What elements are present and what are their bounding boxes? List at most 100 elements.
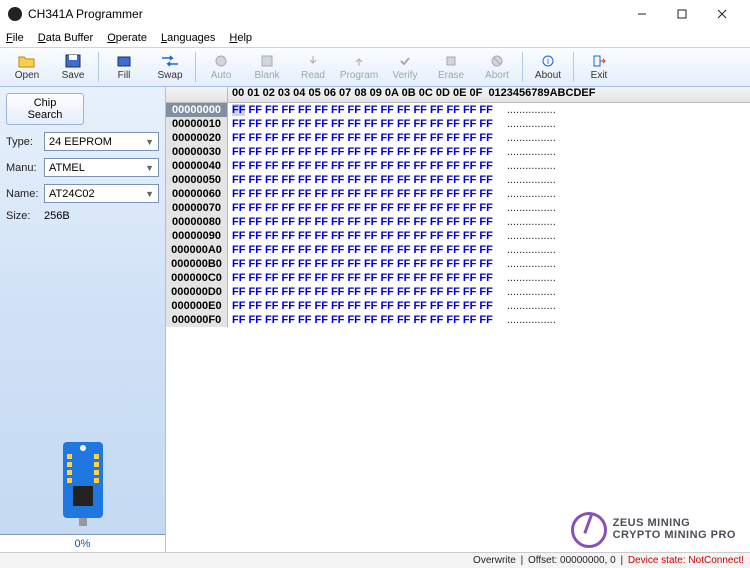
- chip-search-button[interactable]: Chip Search: [6, 93, 84, 125]
- hex-bytes[interactable]: FF FF FF FF FF FF FF FF FF FF FF FF FF F…: [228, 243, 493, 257]
- hex-address: 000000D0: [166, 285, 228, 299]
- hex-address: 00000080: [166, 215, 228, 229]
- hex-bytes[interactable]: FF FF FF FF FF FF FF FF FF FF FF FF FF F…: [228, 145, 493, 159]
- hex-bytes[interactable]: FF FF FF FF FF FF FF FF FF FF FF FF FF F…: [228, 159, 493, 173]
- hex-row[interactable]: 00000000FF FF FF FF FF FF FF FF FF FF FF…: [166, 103, 750, 117]
- hex-header: 00 01 02 03 04 05 06 07 08 09 0A 0B 0C 0…: [166, 87, 750, 103]
- hex-ascii: ................: [493, 257, 556, 271]
- read-button[interactable]: Read: [290, 49, 336, 85]
- menu-file[interactable]: File: [6, 32, 24, 44]
- hex-address: 000000F0: [166, 313, 228, 327]
- hex-ascii: ................: [493, 243, 556, 257]
- hex-address: 000000C0: [166, 271, 228, 285]
- hex-row[interactable]: 00000060FF FF FF FF FF FF FF FF FF FF FF…: [166, 187, 750, 201]
- size-label: Size:: [6, 210, 44, 222]
- hex-row[interactable]: 00000050FF FF FF FF FF FF FF FF FF FF FF…: [166, 173, 750, 187]
- fill-bucket-icon: [115, 53, 133, 69]
- hex-bytes[interactable]: FF FF FF FF FF FF FF FF FF FF FF FF FF F…: [228, 103, 493, 117]
- size-value: 256B: [44, 210, 70, 222]
- hex-row[interactable]: 00000040FF FF FF FF FF FF FF FF FF FF FF…: [166, 159, 750, 173]
- hex-address: 00000030: [166, 145, 228, 159]
- verify-button[interactable]: Verify: [382, 49, 428, 85]
- minimize-button[interactable]: [622, 3, 662, 25]
- hex-ascii: ................: [493, 215, 556, 229]
- hex-bytes[interactable]: FF FF FF FF FF FF FF FF FF FF FF FF FF F…: [228, 257, 493, 271]
- hex-row[interactable]: 00000020FF FF FF FF FF FF FF FF FF FF FF…: [166, 131, 750, 145]
- hex-row[interactable]: 00000090FF FF FF FF FF FF FF FF FF FF FF…: [166, 229, 750, 243]
- status-offset: Offset: 00000000, 0: [528, 555, 616, 566]
- type-label: Type:: [6, 136, 44, 148]
- save-button[interactable]: Save: [50, 49, 96, 85]
- hex-ascii: ................: [493, 271, 556, 285]
- hex-bytes[interactable]: FF FF FF FF FF FF FF FF FF FF FF FF FF F…: [228, 131, 493, 145]
- info-icon: i: [539, 53, 557, 69]
- fill-button[interactable]: Fill: [101, 49, 147, 85]
- hex-row[interactable]: 000000A0FF FF FF FF FF FF FF FF FF FF FF…: [166, 243, 750, 257]
- hex-row[interactable]: 000000C0FF FF FF FF FF FF FF FF FF FF FF…: [166, 271, 750, 285]
- hex-address: 000000A0: [166, 243, 228, 257]
- menu-data-buffer[interactable]: Data Buffer: [38, 32, 93, 44]
- hex-row[interactable]: 000000E0FF FF FF FF FF FF FF FF FF FF FF…: [166, 299, 750, 313]
- close-button[interactable]: [702, 3, 742, 25]
- menu-operate[interactable]: Operate: [107, 32, 147, 44]
- blank-button[interactable]: Blank: [244, 49, 290, 85]
- hex-row[interactable]: 00000010FF FF FF FF FF FF FF FF FF FF FF…: [166, 117, 750, 131]
- exit-door-icon: [590, 53, 608, 69]
- blank-check-icon: [258, 53, 276, 69]
- manu-select[interactable]: ATMEL▼: [44, 158, 159, 177]
- manu-label: Manu:: [6, 162, 44, 174]
- about-button[interactable]: iAbout: [525, 49, 571, 85]
- exit-button[interactable]: Exit: [576, 49, 622, 85]
- chevron-down-icon: ▼: [145, 137, 154, 147]
- hex-row[interactable]: 000000F0FF FF FF FF FF FF FF FF FF FF FF…: [166, 313, 750, 327]
- maximize-button[interactable]: [662, 3, 702, 25]
- hex-address: 00000000: [166, 103, 228, 117]
- hex-bytes[interactable]: FF FF FF FF FF FF FF FF FF FF FF FF FF F…: [228, 299, 493, 313]
- chip-socket-image: [53, 440, 113, 528]
- hex-body[interactable]: 00000000FF FF FF FF FF FF FF FF FF FF FF…: [166, 103, 750, 552]
- erase-button[interactable]: Erase: [428, 49, 474, 85]
- swap-button[interactable]: Swap: [147, 49, 193, 85]
- menu-help[interactable]: Help: [229, 32, 252, 44]
- hex-row[interactable]: 000000D0FF FF FF FF FF FF FF FF FF FF FF…: [166, 285, 750, 299]
- hex-row[interactable]: 00000030FF FF FF FF FF FF FF FF FF FF FF…: [166, 145, 750, 159]
- hex-row[interactable]: 00000080FF FF FF FF FF FF FF FF FF FF FF…: [166, 215, 750, 229]
- hex-address: 00000010: [166, 117, 228, 131]
- toolbar: Open Save Fill Swap Auto Blank Read Prog…: [0, 47, 750, 87]
- hex-address: 00000060: [166, 187, 228, 201]
- hex-address: 00000050: [166, 173, 228, 187]
- hex-editor[interactable]: 00 01 02 03 04 05 06 07 08 09 0A 0B 0C 0…: [166, 87, 750, 552]
- name-select[interactable]: AT24C02▼: [44, 184, 159, 203]
- hex-bytes[interactable]: FF FF FF FF FF FF FF FF FF FF FF FF FF F…: [228, 173, 493, 187]
- auto-button[interactable]: Auto: [198, 49, 244, 85]
- program-icon: [350, 53, 368, 69]
- hex-bytes[interactable]: FF FF FF FF FF FF FF FF FF FF FF FF FF F…: [228, 215, 493, 229]
- hex-bytes[interactable]: FF FF FF FF FF FF FF FF FF FF FF FF FF F…: [228, 117, 493, 131]
- hex-ascii: ................: [493, 117, 556, 131]
- hex-ascii: ................: [493, 229, 556, 243]
- program-button[interactable]: Program: [336, 49, 382, 85]
- open-button[interactable]: Open: [4, 49, 50, 85]
- hex-bytes[interactable]: FF FF FF FF FF FF FF FF FF FF FF FF FF F…: [228, 313, 493, 327]
- abort-button[interactable]: Abort: [474, 49, 520, 85]
- title-bar: CH341A Programmer: [0, 0, 750, 28]
- hex-bytes[interactable]: FF FF FF FF FF FF FF FF FF FF FF FF FF F…: [228, 201, 493, 215]
- read-icon: [304, 53, 322, 69]
- hex-ascii: ................: [493, 159, 556, 173]
- status-overwrite: Overwrite: [473, 555, 516, 566]
- hex-ascii: ................: [493, 145, 556, 159]
- menu-languages[interactable]: Languages: [161, 32, 215, 44]
- hex-address: 00000020: [166, 131, 228, 145]
- hex-bytes[interactable]: FF FF FF FF FF FF FF FF FF FF FF FF FF F…: [228, 229, 493, 243]
- erase-icon: [442, 53, 460, 69]
- hex-bytes[interactable]: FF FF FF FF FF FF FF FF FF FF FF FF FF F…: [228, 187, 493, 201]
- hex-row[interactable]: 00000070FF FF FF FF FF FF FF FF FF FF FF…: [166, 201, 750, 215]
- hex-ascii: ................: [493, 173, 556, 187]
- type-select[interactable]: 24 EEPROM▼: [44, 132, 159, 151]
- hex-bytes[interactable]: FF FF FF FF FF FF FF FF FF FF FF FF FF F…: [228, 271, 493, 285]
- hex-ascii: ................: [493, 187, 556, 201]
- hex-row[interactable]: 000000B0FF FF FF FF FF FF FF FF FF FF FF…: [166, 257, 750, 271]
- hex-bytes[interactable]: FF FF FF FF FF FF FF FF FF FF FF FF FF F…: [228, 285, 493, 299]
- name-label: Name:: [6, 188, 44, 200]
- status-device: Device state: NotConnect!: [628, 555, 744, 566]
